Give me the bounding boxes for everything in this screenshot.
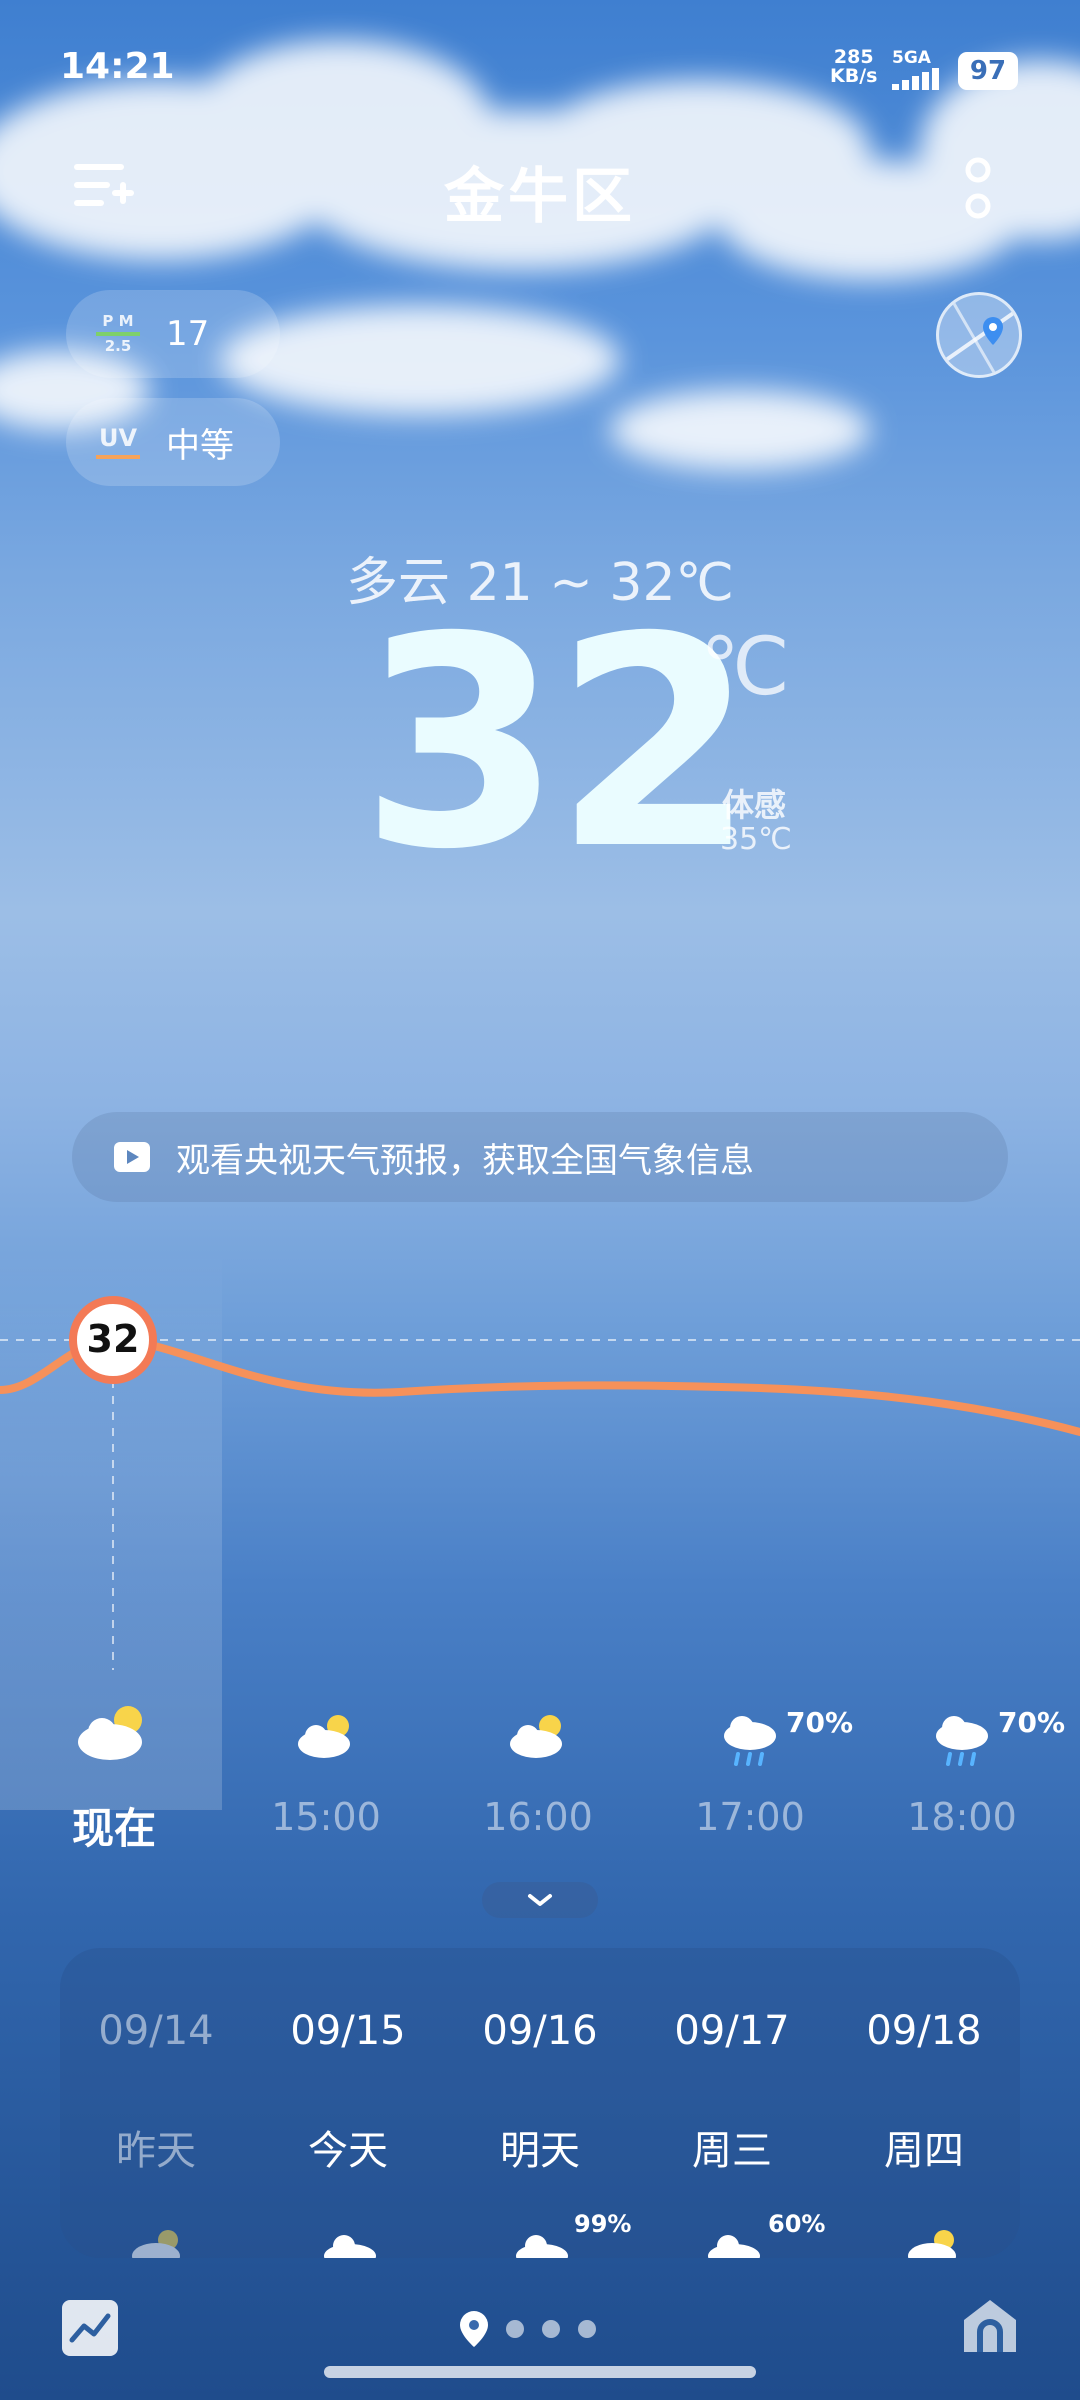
day-name: 明天 [500, 2128, 580, 2174]
expand-hourly-button[interactable] [482, 1882, 598, 1918]
day-name: 周四 [884, 2128, 964, 2174]
cctv-forecast-banner[interactable]: 观看央视天气预报，获取全国气象信息 [72, 1112, 1008, 1202]
pm25-label-divider [96, 332, 140, 336]
daily-forecast-card[interactable]: 09/14 09/15 09/16 09/17 09/18 昨天 今天 明天 周… [60, 1948, 1020, 2258]
hour-label: 18:00 [907, 1795, 1017, 1839]
hour-label: 16:00 [483, 1795, 593, 1839]
hourly-temperature-chart [0, 1296, 1080, 1670]
battery-indicator: 97 [958, 52, 1018, 90]
network-speed: 285 KB/s [830, 48, 877, 86]
rain-cloud-icon [936, 1716, 988, 1766]
uv-label-text: UV [98, 424, 138, 452]
chevron-down-icon [528, 1894, 552, 1906]
pm25-value: 17 [166, 314, 210, 354]
feels-like-value: 35℃ [720, 822, 792, 857]
home-icon[interactable] [960, 2296, 1020, 2356]
hour-label-now: 现在 [71, 1804, 156, 1853]
pm25-label-bottom: 2.5 [104, 337, 132, 355]
day-date: 09/14 [98, 2008, 214, 2054]
partly-cloudy-icon [298, 1715, 350, 1758]
partly-cloudy-icon [908, 2230, 956, 2258]
hour-label: 15:00 [271, 1795, 381, 1839]
partly-cloudy-icon [78, 1706, 142, 1760]
partly-cloudy-icon [510, 1715, 562, 1758]
day-precip-chance: 60% [768, 2210, 826, 2238]
temperature-curve [0, 1335, 1080, 1436]
day-date: 09/18 [866, 2008, 982, 2054]
trend-chart-icon[interactable] [62, 2300, 118, 2356]
page-dot [542, 2320, 560, 2338]
system-home-indicator[interactable] [324, 2366, 756, 2378]
day-date: 09/15 [290, 2008, 406, 2054]
uv-chip[interactable]: UV 中等 [66, 398, 280, 486]
signal-icon [892, 68, 939, 90]
network-speed-unit: KB/s [830, 65, 878, 87]
day-precip-chance: 99% [574, 2210, 632, 2238]
day-name: 今天 [308, 2128, 388, 2174]
pm25-chip[interactable]: P M 2.5 17 [66, 290, 280, 378]
pm25-label: P M 2.5 [96, 313, 140, 355]
cloud-icon [516, 2235, 568, 2258]
more-options-icon[interactable] [958, 156, 998, 222]
city-title: 金牛区 [444, 162, 636, 232]
uv-value: 中等 [166, 425, 234, 466]
day-date: 09/16 [482, 2008, 598, 2054]
network-type: 5GA [892, 48, 931, 68]
page-dot [506, 2320, 524, 2338]
rain-cloud-icon [724, 1716, 776, 1766]
precip-chance-17: 70% [786, 1706, 854, 1739]
banner-text: 观看央视天气预报，获取全国气象信息 [176, 1140, 754, 1181]
current-temperature: 32 [360, 576, 756, 913]
cloud-icon [708, 2235, 760, 2258]
city-page-indicator[interactable] [460, 2306, 620, 2352]
partly-cloudy-icon [132, 2230, 180, 2258]
location-pin-icon [460, 2311, 488, 2347]
feels-like-label: 体感 [722, 786, 787, 824]
day-name: 昨天 [116, 2128, 196, 2174]
uv-label: UV [96, 425, 140, 459]
current-temp-marker: 32 [86, 1317, 140, 1361]
day-date: 09/17 [674, 2008, 790, 2054]
uv-label-underline [96, 455, 140, 459]
temperature-unit: ℃ [700, 620, 790, 713]
video-play-icon [114, 1142, 150, 1172]
map-pin-icon [939, 295, 1019, 375]
map-button[interactable] [936, 292, 1022, 378]
hour-label: 17:00 [695, 1795, 805, 1839]
page-dot [578, 2320, 596, 2338]
cloud-icon [324, 2235, 376, 2258]
pm25-label-top: P M [102, 312, 134, 330]
status-time: 14:21 [60, 46, 175, 87]
precip-chance-18: 70% [998, 1706, 1066, 1739]
day-name: 周三 [692, 2128, 772, 2174]
